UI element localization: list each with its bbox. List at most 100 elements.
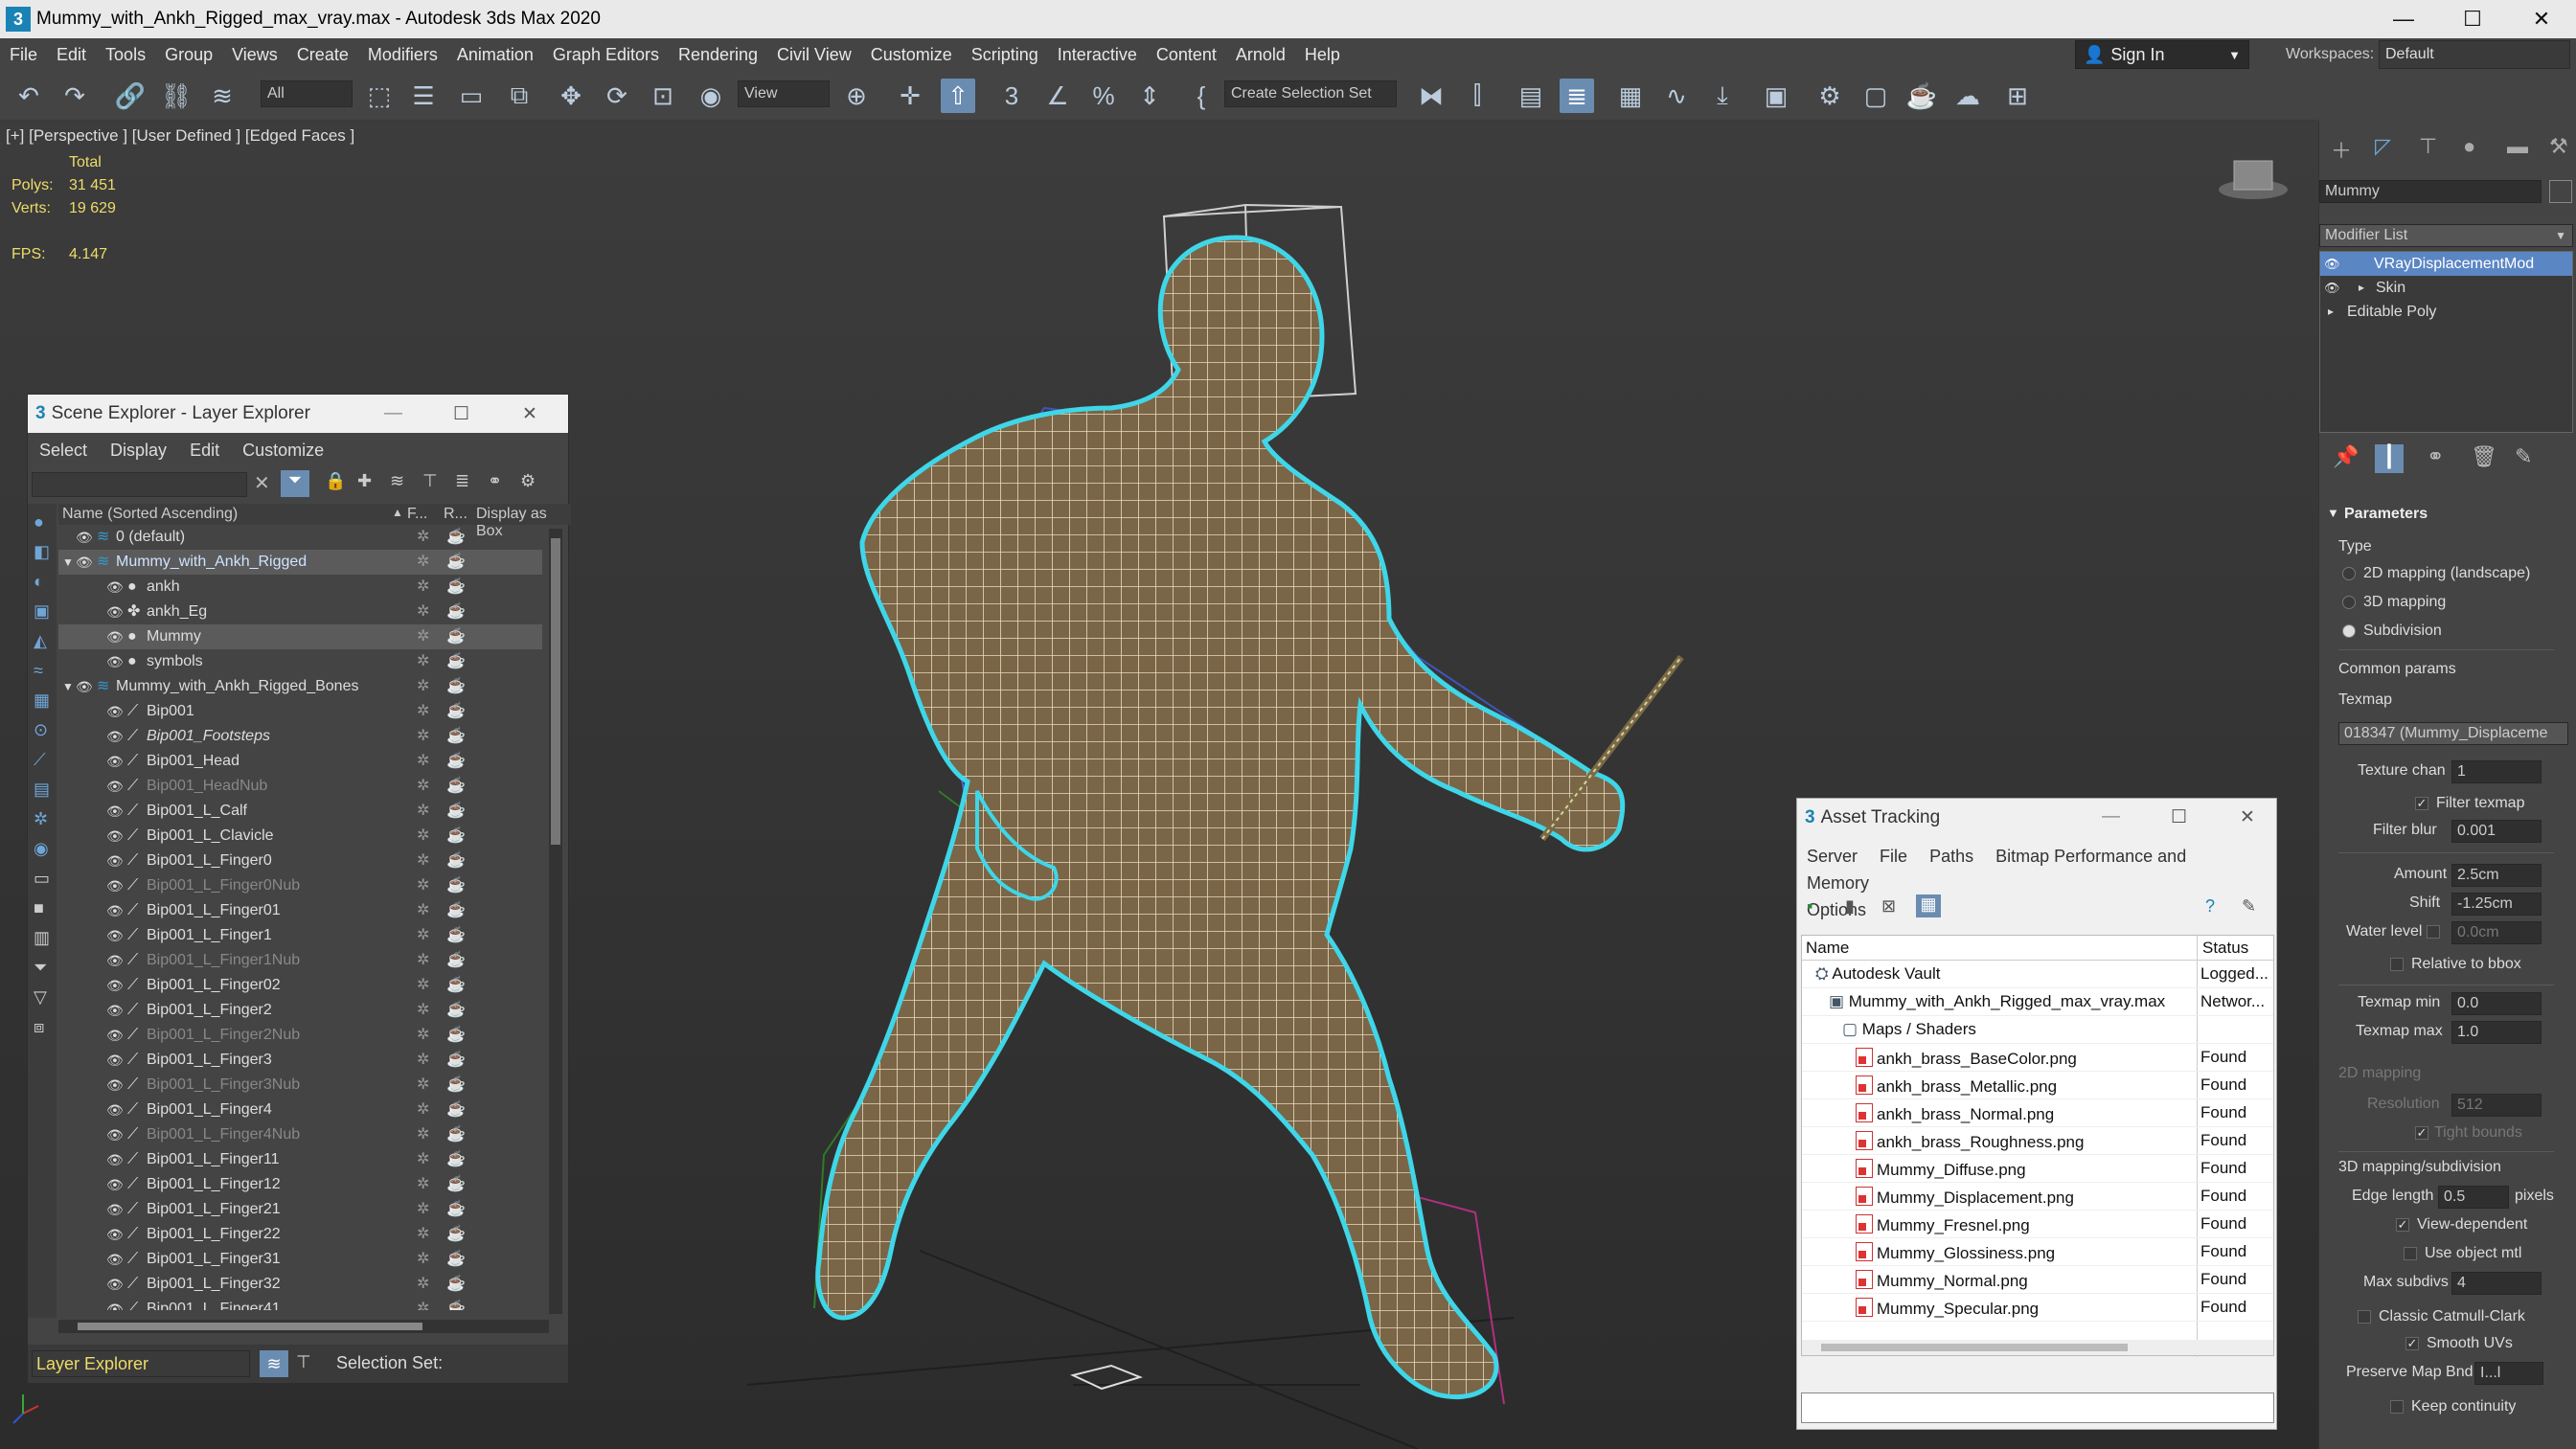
minimize-button[interactable]: — <box>2102 806 2120 827</box>
freeze-toggle-icon[interactable]: ✲ <box>417 1197 429 1222</box>
filter-frozen-icon[interactable]: ✲ <box>34 804 51 834</box>
hierarchy-tab-icon[interactable]: ⊤ <box>2419 134 2437 159</box>
close-button[interactable]: ✕ <box>2240 806 2255 828</box>
visibility-eye-icon[interactable]: 👁 <box>106 600 124 624</box>
renderable-toggle-icon[interactable]: ☕ <box>446 849 466 873</box>
at-menu-paths[interactable]: Paths <box>1929 847 1973 866</box>
freeze-toggle-icon[interactable]: ✲ <box>417 948 429 973</box>
visibility-eye-icon[interactable]: 👁 <box>106 923 124 948</box>
asset-row[interactable]: ▢ Maps / Shaders <box>1802 1016 2273 1044</box>
tight-bounds-checkbox[interactable]: ✓ <box>2415 1126 2428 1140</box>
hierarchy-icon[interactable]: ⊤ <box>422 471 438 491</box>
resolution-spinner[interactable]: 512 <box>2451 1094 2542 1117</box>
refresh-icon[interactable]: ▪ <box>1807 896 1812 917</box>
visibility-eye-icon[interactable]: 👁 <box>106 1272 124 1297</box>
tree-row[interactable]: 👁 ⟋ Bip001_L_Finger31 ✲ ☕ <box>58 1247 542 1272</box>
filter-hidden-icon[interactable]: ◉ <box>34 834 51 864</box>
tree-row[interactable]: 👁 ● Mummy ✲ ☕ <box>58 624 542 649</box>
shift-spinner[interactable]: -1.25cm <box>2451 893 2542 916</box>
asset-row[interactable]: Mummy_Specular.png Found <box>1802 1294 2273 1322</box>
rotate-icon[interactable]: ⟳ <box>600 79 634 113</box>
visibility-eye-icon[interactable]: 👁 <box>106 849 124 873</box>
display-tab-icon[interactable]: ▬ <box>2507 134 2528 159</box>
lock-icon[interactable]: 🔒 <box>325 471 346 491</box>
renderable-toggle-icon[interactable]: ☕ <box>446 749 466 774</box>
menu-interactive[interactable]: Interactive <box>1048 45 1147 65</box>
visibility-eye-icon[interactable]: 👁 <box>106 898 124 923</box>
tree-row[interactable]: 👁 ⟋ Bip001_L_Calf ✲ ☕ <box>58 799 542 824</box>
expand-arrow-icon[interactable]: ▼ <box>62 550 74 575</box>
tree-row[interactable]: 👁 ⟋ Bip001_L_Finger4Nub ✲ ☕ <box>58 1122 542 1147</box>
tree-row[interactable]: 👁 ≋ 0 (default) ✲ ☕ <box>58 525 542 550</box>
table-view-icon[interactable]: ▦ <box>1916 894 1941 917</box>
percent-snap-icon[interactable]: % <box>1086 79 1121 113</box>
asset-row[interactable]: ankh_brass_Normal.png Found <box>1802 1099 2273 1127</box>
renderable-toggle-icon[interactable]: ☕ <box>446 1073 466 1098</box>
texmap-button[interactable]: 018347 (Mummy_Displaceme <box>2338 722 2568 745</box>
filter-groups-icon[interactable]: ▦ <box>34 686 51 715</box>
freeze-toggle-icon[interactable]: ✲ <box>417 575 429 600</box>
at-menu-bitmap[interactable]: Bitmap Performance and Memory <box>1807 847 2186 893</box>
renderable-toggle-icon[interactable]: ☕ <box>446 674 466 699</box>
maximize-button[interactable]: ☐ <box>2171 806 2187 828</box>
modifier-list-dropdown[interactable]: Modifier List ▼ <box>2319 224 2573 247</box>
filter-xrefs-icon[interactable]: ⊙ <box>34 715 51 745</box>
render-iterative-icon[interactable]: ⊞ <box>2000 79 2035 113</box>
horizontal-scrollbar[interactable] <box>58 1320 549 1333</box>
classic-catmull-checkbox[interactable] <box>2358 1310 2371 1324</box>
checkin-icon[interactable]: ⊠ <box>1881 896 1896 917</box>
visibility-eye-icon[interactable]: 👁 <box>106 799 124 824</box>
undo-icon[interactable]: ↶ <box>11 79 46 113</box>
se-menu-select[interactable]: Select <box>28 441 99 461</box>
scale-icon[interactable]: ⊡ <box>646 79 680 113</box>
filter-cameras-icon[interactable]: ▣ <box>34 597 51 626</box>
freeze-toggle-icon[interactable]: ✲ <box>417 1272 429 1297</box>
configure-sets-icon[interactable]: ✎ <box>2515 444 2532 469</box>
at-menu-file[interactable]: File <box>1880 847 1907 866</box>
filter-geometry-icon[interactable]: ● <box>34 508 51 537</box>
expand-arrow-icon[interactable]: ▸ <box>2328 300 2334 324</box>
align-icon[interactable]: ⫿ <box>1460 79 1494 113</box>
freeze-toggle-icon[interactable]: ✲ <box>417 649 429 674</box>
relative-bbox-checkbox[interactable] <box>2390 958 2404 971</box>
visibility-eye-icon[interactable]: 👁 <box>106 749 124 774</box>
angle-snap-icon[interactable]: ∠ <box>1040 79 1075 113</box>
type-radio[interactable] <box>2342 567 2356 580</box>
visibility-eye-icon[interactable]: 👁 <box>106 774 124 799</box>
se-menu-edit[interactable]: Edit <box>178 441 231 461</box>
renderable-toggle-icon[interactable]: ☕ <box>446 948 466 973</box>
selection-filter-dropdown[interactable]: All <box>261 80 353 107</box>
reference-coord-dropdown[interactable]: View <box>738 80 830 107</box>
tree-row[interactable]: 👁 ⟋ Bip001_L_Finger11 ✲ ☕ <box>58 1147 542 1172</box>
renderable-toggle-icon[interactable]: ☕ <box>446 1172 466 1197</box>
link-icon[interactable]: 🔗 <box>113 79 148 113</box>
object-color-swatch[interactable] <box>2549 180 2572 203</box>
visibility-eye-icon[interactable]: 👁 <box>106 624 124 649</box>
water-level-spinner[interactable]: 0.0cm <box>2451 921 2542 944</box>
minimize-button[interactable]: — <box>2369 0 2438 38</box>
select-by-name-icon[interactable]: ☰ <box>406 79 441 113</box>
renderable-toggle-icon[interactable]: ☕ <box>446 699 466 724</box>
renderable-toggle-icon[interactable]: ☕ <box>446 575 466 600</box>
remove-modifier-icon[interactable]: 🗑 <box>2471 444 2497 469</box>
create-tab-icon[interactable]: ＋ <box>2331 134 2352 165</box>
renderable-toggle-icon[interactable]: ☕ <box>446 873 466 898</box>
layers-toggle-icon[interactable]: ≋ <box>260 1350 288 1377</box>
maximize-button[interactable]: ☐ <box>453 403 469 425</box>
asset-row[interactable]: ⛭ Autodesk Vault Logged... <box>1802 961 2273 988</box>
renderable-toggle-icon[interactable]: ☕ <box>446 973 466 998</box>
edit-named-selection-icon[interactable]: { <box>1184 79 1219 113</box>
edge-length-spinner[interactable]: 0.5 <box>2438 1186 2509 1209</box>
se-menu-customize[interactable]: Customize <box>231 441 335 461</box>
freeze-toggle-icon[interactable]: ✲ <box>417 1098 429 1122</box>
freeze-toggle-icon[interactable]: ✲ <box>417 1297 429 1310</box>
visibility-eye-icon[interactable]: 👁 <box>106 1098 124 1122</box>
filter-funnel-alt-icon[interactable]: ▽ <box>34 983 51 1012</box>
renderable-toggle-icon[interactable]: ☕ <box>446 799 466 824</box>
menu-tools[interactable]: Tools <box>96 45 155 65</box>
schematic-view-icon[interactable]: ⤓ <box>1705 79 1740 113</box>
use-object-mtl-checkbox[interactable] <box>2404 1247 2417 1260</box>
smooth-uvs-checkbox[interactable]: ✓ <box>2405 1337 2419 1350</box>
modifier-stack-item[interactable]: 👁 ▸ Skin <box>2320 276 2572 300</box>
asset-path-field[interactable] <box>1801 1392 2274 1423</box>
